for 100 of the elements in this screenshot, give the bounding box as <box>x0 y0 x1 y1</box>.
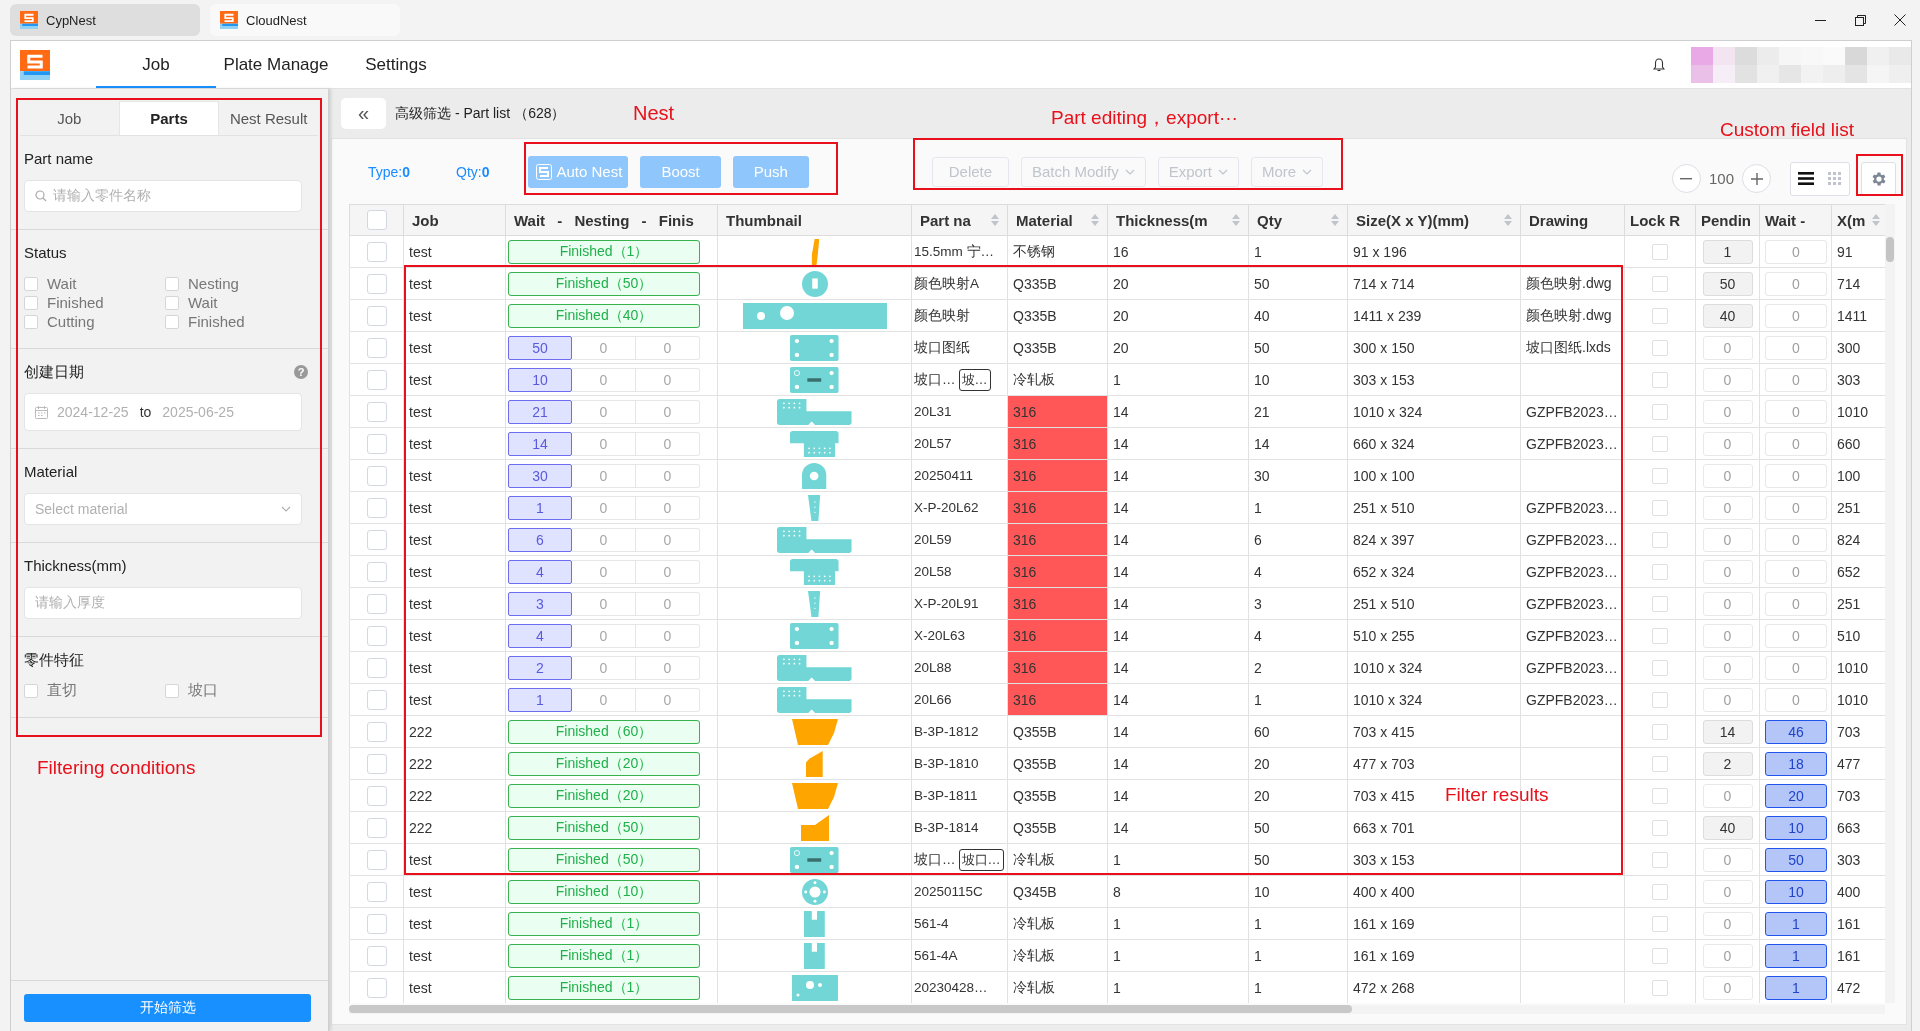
material-select[interactable]: Select material <box>24 493 302 525</box>
lock-checkbox[interactable] <box>1652 468 1668 485</box>
lock-checkbox[interactable] <box>1652 820 1668 837</box>
row-checkbox[interactable] <box>366 849 387 870</box>
search-field[interactable]: 请输入零件名称 <box>24 180 302 212</box>
sort-icon[interactable] <box>991 214 999 226</box>
wait-count-field[interactable]: 0 <box>1765 527 1827 552</box>
lock-checkbox[interactable] <box>1652 628 1668 645</box>
column-header[interactable]: Lock R <box>1624 204 1696 236</box>
wait-count-field[interactable]: 10 <box>1765 815 1827 840</box>
date-range-field[interactable]: 2024-12-25 to 2025-06-25 <box>24 393 302 431</box>
row-checkbox[interactable] <box>366 241 387 262</box>
row-checkbox[interactable] <box>366 625 387 646</box>
lock-checkbox[interactable] <box>1652 692 1668 709</box>
lock-checkbox[interactable] <box>1652 724 1668 741</box>
browser-tab[interactable]: CypNest <box>10 4 200 36</box>
pending-count-field[interactable]: 0 <box>1702 879 1753 904</box>
column-header[interactable]: Pendin <box>1695 204 1760 236</box>
vertical-scrollbar[interactable] <box>1885 204 1895 1003</box>
select-all-checkbox[interactable] <box>366 210 387 230</box>
column-header[interactable]: Drawing <box>1520 204 1625 236</box>
wait-count-field[interactable]: 1 <box>1765 975 1827 1000</box>
column-header[interactable]: Qty <box>1248 204 1348 236</box>
column-header[interactable]: Wait - Nesting - Finis <box>505 204 718 236</box>
row-checkbox[interactable] <box>366 817 387 838</box>
lock-checkbox[interactable] <box>1652 532 1668 549</box>
sort-icon[interactable] <box>1232 214 1240 226</box>
sidebar-tab[interactable]: Job <box>20 101 119 135</box>
row-checkbox[interactable] <box>366 401 387 422</box>
help-icon[interactable]: ? <box>294 365 308 379</box>
pending-count-field[interactable]: 14 <box>1702 719 1753 744</box>
lock-checkbox[interactable] <box>1652 788 1668 805</box>
sidebar-tab[interactable]: Parts <box>118 101 220 135</box>
pending-count-field[interactable]: 40 <box>1702 303 1753 328</box>
column-header[interactable]: Wait - <box>1759 204 1832 236</box>
row-checkbox[interactable] <box>366 465 387 486</box>
pending-count-field[interactable]: 0 <box>1702 431 1753 456</box>
wait-count-field[interactable]: 0 <box>1765 335 1827 360</box>
checkbox[interactable] <box>24 276 38 291</box>
wait-count-field[interactable]: 0 <box>1765 463 1827 488</box>
pending-count-field[interactable]: 50 <box>1702 271 1753 296</box>
checkbox[interactable] <box>24 295 38 310</box>
pending-count-field[interactable]: 0 <box>1702 591 1753 616</box>
horizontal-scrollbar[interactable] <box>349 1005 1885 1014</box>
column-header[interactable]: Thumbnail <box>717 204 912 236</box>
row-checkbox[interactable] <box>366 881 387 902</box>
lock-checkbox[interactable] <box>1652 596 1668 613</box>
pending-count-field[interactable]: 1 <box>1702 239 1753 264</box>
column-header[interactable]: Part na <box>911 204 1008 236</box>
lock-checkbox[interactable] <box>1652 372 1668 389</box>
lock-checkbox[interactable] <box>1652 660 1668 677</box>
wait-count-field[interactable]: 10 <box>1765 879 1827 904</box>
nav-tab[interactable]: Plate Manage <box>216 41 336 88</box>
sort-icon[interactable] <box>1331 214 1339 226</box>
row-checkbox[interactable] <box>366 305 387 326</box>
wait-count-field[interactable]: 0 <box>1765 655 1827 680</box>
scrollbar-thumb[interactable] <box>1886 237 1894 262</box>
wait-count-field[interactable]: 20 <box>1765 783 1827 808</box>
filter-button[interactable]: 开始筛选 <box>24 994 311 1022</box>
pending-count-field[interactable]: 0 <box>1702 495 1753 520</box>
browser-tab[interactable]: CloudNest <box>210 4 400 36</box>
lock-checkbox[interactable] <box>1652 500 1668 517</box>
wait-count-field[interactable]: 0 <box>1765 591 1827 616</box>
pending-count-field[interactable]: 0 <box>1702 463 1753 488</box>
wait-count-field[interactable]: 46 <box>1765 719 1827 744</box>
sort-icon[interactable] <box>1504 214 1512 226</box>
wait-count-field[interactable]: 0 <box>1765 367 1827 392</box>
sort-icon[interactable] <box>1091 214 1099 226</box>
row-checkbox[interactable] <box>366 753 387 774</box>
pending-count-field[interactable]: 2 <box>1702 751 1753 776</box>
wait-count-field[interactable]: 0 <box>1765 623 1827 648</box>
wait-count-field[interactable]: 0 <box>1765 271 1827 296</box>
lock-checkbox[interactable] <box>1652 852 1668 869</box>
row-checkbox[interactable] <box>366 497 387 518</box>
pending-count-field[interactable]: 0 <box>1702 335 1753 360</box>
row-checkbox[interactable] <box>366 369 387 390</box>
lock-checkbox[interactable] <box>1652 244 1668 261</box>
wait-count-field[interactable]: 0 <box>1765 431 1827 456</box>
wait-count-field[interactable]: 18 <box>1765 751 1827 776</box>
lock-checkbox[interactable] <box>1652 276 1668 293</box>
wait-count-field[interactable]: 1 <box>1765 911 1827 936</box>
wait-count-field[interactable]: 0 <box>1765 559 1827 584</box>
checkbox[interactable] <box>165 276 179 291</box>
pending-count-field[interactable]: 0 <box>1702 687 1753 712</box>
lock-checkbox[interactable] <box>1652 404 1668 421</box>
pending-count-field[interactable]: 0 <box>1702 527 1753 552</box>
lock-checkbox[interactable] <box>1652 884 1668 901</box>
column-header[interactable]: Size(X x Y)(mm) <box>1347 204 1521 236</box>
row-checkbox[interactable] <box>366 977 387 998</box>
column-header[interactable]: Material <box>1007 204 1108 236</box>
row-checkbox[interactable] <box>366 689 387 710</box>
checkbox[interactable] <box>165 683 179 698</box>
pending-count-field[interactable]: 0 <box>1702 655 1753 680</box>
collapse-button[interactable]: « <box>341 98 386 129</box>
wait-count-field[interactable]: 0 <box>1765 687 1827 712</box>
bell-icon[interactable] <box>1653 57 1665 72</box>
pending-count-field[interactable]: 0 <box>1702 975 1753 1000</box>
row-checkbox[interactable] <box>366 529 387 550</box>
column-header[interactable]: Thickness(m <box>1107 204 1249 236</box>
pending-count-field[interactable]: 0 <box>1702 367 1753 392</box>
